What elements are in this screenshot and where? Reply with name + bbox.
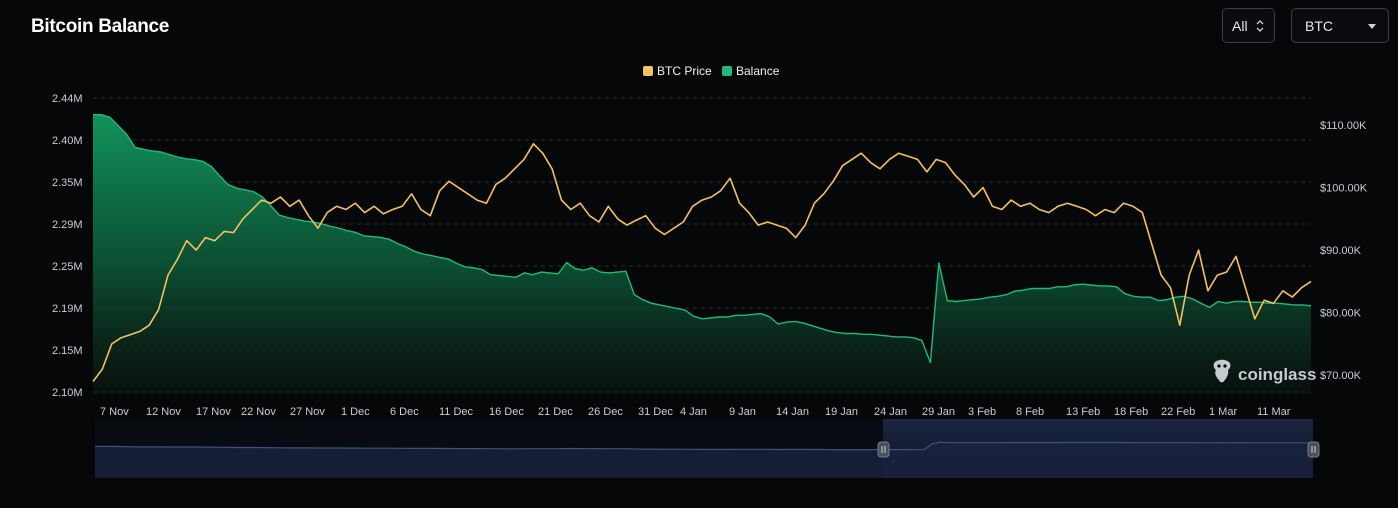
x-tick-label: 1 Mar — [1209, 406, 1237, 418]
navigator[interactable] — [95, 419, 1320, 478]
y-left-tick-label: 2.44M — [52, 93, 83, 105]
chart-canvas: 2.10M 2.15M 2.19M 2.25M 2.29M 2.35M 2.40M 2.44M… — [52, 64, 1368, 478]
x-tick-label: 22 Feb — [1161, 406, 1195, 418]
y-left-tick-label: 2.15M — [52, 345, 83, 357]
legend-swatch-balance — [722, 66, 732, 76]
navigator-handle-right[interactable] — [1307, 441, 1320, 458]
x-tick-label: 21 Dec — [538, 406, 573, 418]
legend: BTC Price Balance — [643, 64, 780, 78]
legend-label-balance: Balance — [736, 64, 780, 78]
x-tick-label: 18 Feb — [1114, 406, 1148, 418]
x-tick-label: 14 Jan — [776, 406, 809, 418]
x-tick-label: 1 Dec — [341, 406, 370, 418]
x-tick-label: 11 Dec — [439, 406, 474, 418]
right-axis: $70.00K $80.00K $90.00K $100.00K $110.00K — [1320, 120, 1368, 382]
y-right-tick-label: $110.00K — [1320, 120, 1367, 132]
x-tick-label: 12 Nov — [146, 406, 181, 418]
y-right-tick-label: $90.00K — [1320, 245, 1362, 257]
y-left-tick-label: 2.40M — [52, 135, 83, 147]
x-tick-label: 9 Jan — [729, 406, 756, 418]
watermark-text: coinglass — [1238, 365, 1316, 384]
x-tick-label: 6 Dec — [390, 406, 419, 418]
y-right-tick-label: $100.00K — [1320, 183, 1368, 195]
x-tick-label: 8 Feb — [1016, 406, 1044, 418]
x-tick-label: 24 Jan — [874, 406, 907, 418]
legend-item-balance[interactable]: Balance — [722, 64, 780, 78]
x-tick-label: 7 Nov — [100, 406, 129, 418]
y-left-tick-label: 2.10M — [52, 387, 83, 399]
x-tick-label: 19 Jan — [825, 406, 858, 418]
x-tick-label: 26 Dec — [588, 406, 623, 418]
balance-series — [93, 114, 1312, 394]
x-tick-label: 27 Nov — [290, 406, 325, 418]
y-left-tick-label: 2.35M — [52, 177, 83, 189]
navigator-handle-left[interactable] — [877, 441, 890, 458]
y-left-tick-label: 2.19M — [52, 303, 83, 315]
x-tick-label: 11 Mar — [1257, 406, 1291, 418]
x-tick-label: 31 Dec — [638, 406, 673, 418]
x-tick-label: 3 Feb — [968, 406, 996, 418]
x-tick-label: 4 Jan — [680, 406, 707, 418]
left-axis: 2.10M 2.15M 2.19M 2.25M 2.29M 2.35M 2.40M 2.44M — [52, 93, 83, 399]
legend-item-btc-price[interactable]: BTC Price — [643, 64, 712, 78]
y-right-tick-label: $80.00K — [1320, 308, 1362, 320]
x-tick-label: 29 Jan — [922, 406, 955, 418]
x-axis: 7 Nov 12 Nov 17 Nov 22 Nov 27 Nov 1 Dec 6 Dec 1… — [100, 406, 1291, 418]
y-right-tick-label: $70.00K — [1320, 370, 1362, 382]
balance-area — [93, 114, 1311, 394]
legend-label-btc-price: BTC Price — [657, 64, 712, 78]
x-tick-label: 17 Nov — [196, 406, 231, 418]
y-left-tick-label: 2.29M — [52, 219, 83, 231]
legend-swatch-btc-price — [643, 66, 653, 76]
x-tick-label: 16 Dec — [489, 406, 524, 418]
x-tick-label: 13 Feb — [1066, 406, 1100, 418]
x-tick-label: 22 Nov — [241, 406, 276, 418]
y-left-tick-label: 2.25M — [52, 261, 83, 273]
